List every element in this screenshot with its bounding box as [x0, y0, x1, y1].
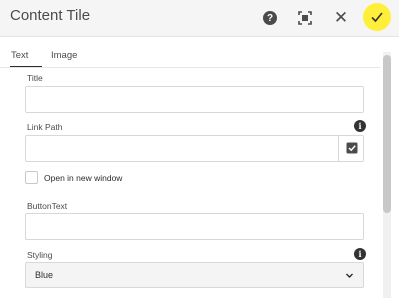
fullscreen-button[interactable] [298, 11, 312, 25]
link-path-label: Link Path [27, 122, 63, 132]
open-new-window-label[interactable]: Open in new window [44, 173, 122, 183]
checkmark-icon [371, 12, 383, 23]
tab-image[interactable]: Image [51, 50, 77, 61]
open-new-window-checkbox[interactable] [25, 171, 38, 184]
content-tile-dialog: Content Tile ? ✕ Text Image Title Link P… [0, 0, 399, 298]
title-input[interactable] [25, 86, 364, 113]
chevron-down-icon [346, 273, 353, 278]
done-button[interactable] [363, 3, 391, 31]
styling-select[interactable]: Blue [25, 262, 364, 288]
info-icon[interactable]: i [354, 120, 366, 132]
dialog-header: Content Tile ? ✕ [0, 0, 399, 37]
styling-selected-value: Blue [35, 270, 54, 280]
close-icon: ✕ [333, 8, 349, 27]
close-button[interactable]: ✕ [332, 8, 350, 28]
fullscreen-icon [298, 11, 312, 25]
button-text-label: ButtonText [27, 201, 68, 211]
tab-bar: Text Image [0, 44, 380, 68]
question-circle-icon: ? [266, 12, 274, 24]
styling-label: Styling [27, 250, 53, 260]
dialog-title: Content Tile [10, 7, 91, 24]
title-label: Title [27, 73, 43, 83]
path-picker-button[interactable] [338, 135, 364, 161]
link-path-input[interactable] [25, 135, 364, 162]
help-button[interactable]: ? [263, 11, 277, 25]
checkbox-picker-icon [346, 142, 357, 154]
tab-text[interactable]: Text [11, 50, 28, 61]
tab-divider [0, 67, 380, 68]
info-icon[interactable]: i [354, 248, 366, 260]
button-text-input[interactable] [25, 213, 364, 240]
scrollbar-thumb[interactable] [383, 55, 391, 213]
